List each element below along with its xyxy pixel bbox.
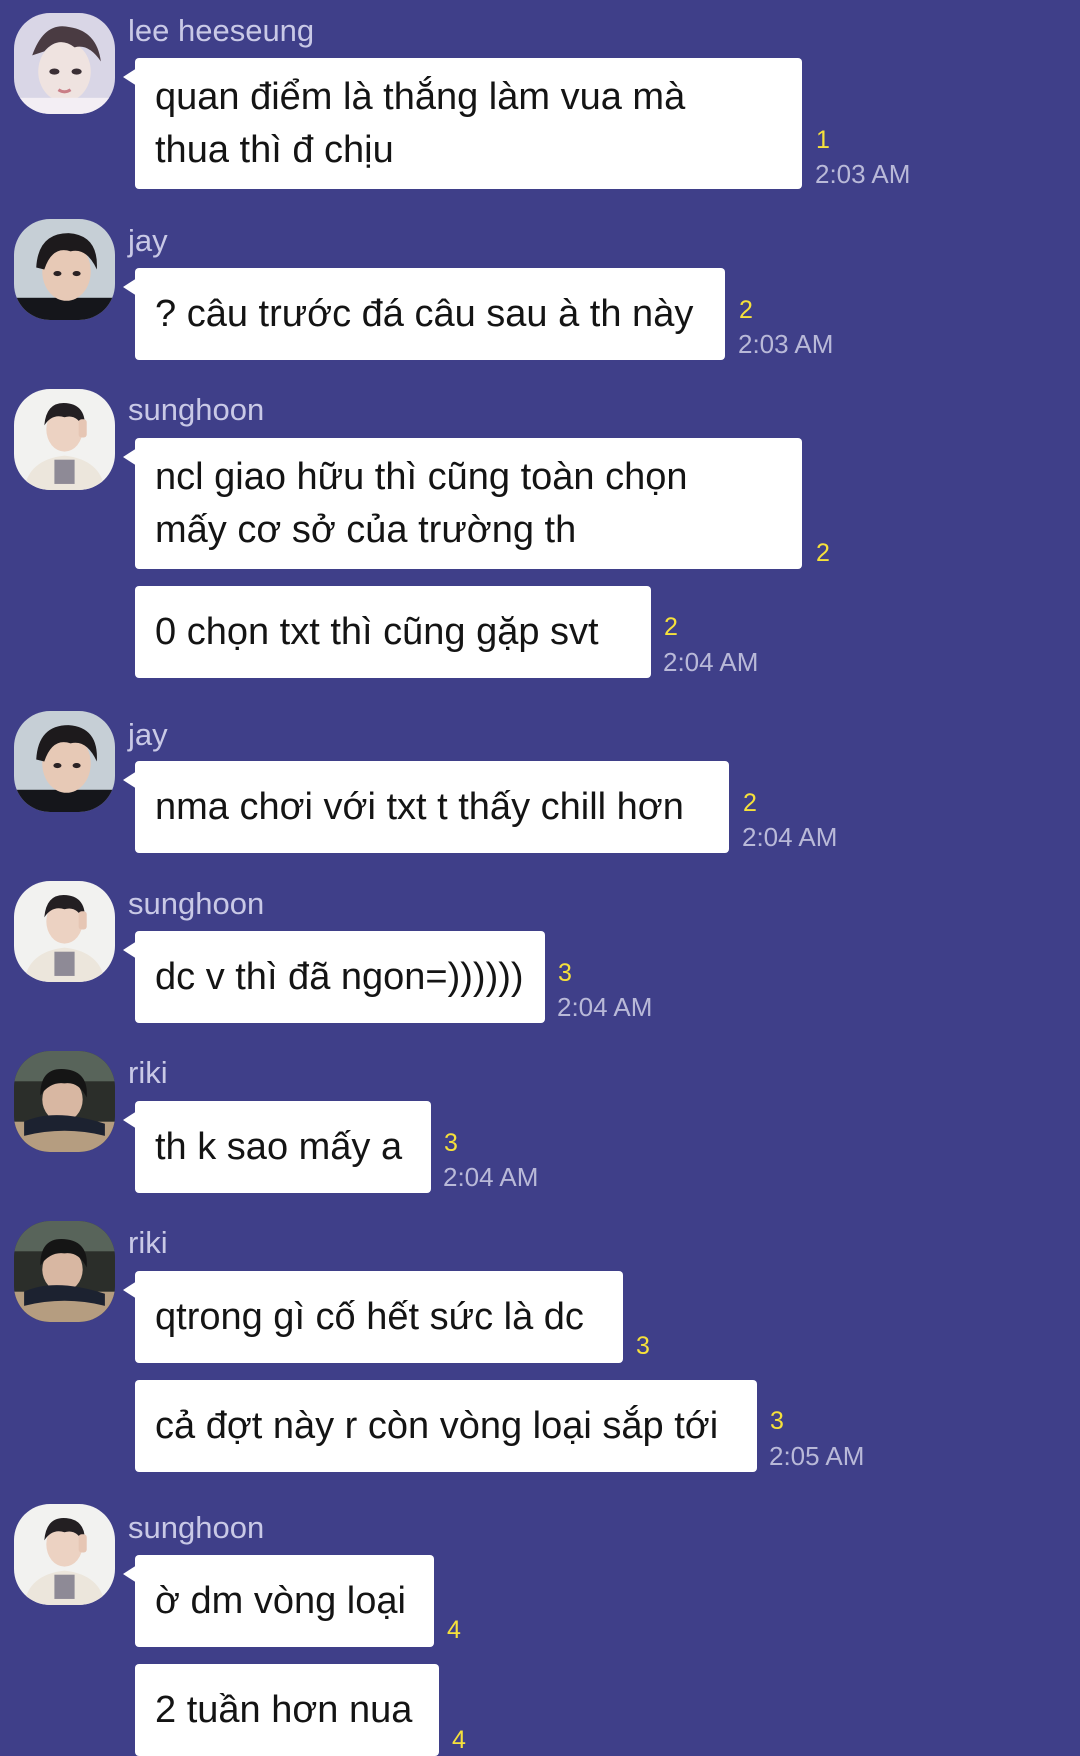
sender-name: sunghoon bbox=[128, 886, 265, 921]
profile-photo-icon bbox=[14, 389, 115, 490]
message-bubble[interactable]: 2 tuần hơn nua bbox=[135, 1664, 439, 1756]
unread-count: 3 bbox=[770, 1407, 784, 1435]
message-text: dc v thì đã ngon=)))))) bbox=[155, 955, 524, 998]
profile-photo-icon bbox=[14, 1051, 115, 1152]
message-text: cả đợt này r còn vòng loại sắp tới bbox=[155, 1404, 719, 1447]
profile-photo-icon bbox=[14, 219, 115, 320]
message-bubble[interactable]: 0 chọn txt thì cũng gặp svt bbox=[135, 586, 651, 678]
avatar-jay[interactable] bbox=[14, 219, 115, 320]
message-text: 0 chọn txt thì cũng gặp svt bbox=[155, 610, 599, 653]
sender-name: lee heeseung bbox=[128, 13, 315, 48]
message-bubble[interactable]: nma chơi với txt t thấy chill hơn bbox=[123, 761, 729, 853]
unread-count: 2 bbox=[743, 789, 757, 817]
profile-photo-icon bbox=[14, 711, 115, 812]
message-bubble[interactable]: ncl giao hữu thì cũng toàn chọn mấy cơ s… bbox=[123, 438, 802, 569]
avatar-sunghoon[interactable] bbox=[14, 881, 115, 982]
sender-name: jay bbox=[128, 223, 168, 258]
sender-name: riki bbox=[128, 1225, 168, 1260]
chat-room[interactable]: lee heeseung quan điểm là thắng làm vua … bbox=[0, 0, 1080, 1756]
message-text: ? câu trước đá câu sau à th này bbox=[155, 292, 694, 335]
message-text: nma chơi với txt t thấy chill hơn bbox=[155, 785, 684, 828]
message-text: 2 tuần hơn nua bbox=[155, 1688, 413, 1731]
avatar-jay[interactable] bbox=[14, 711, 115, 812]
unread-count: 2 bbox=[664, 613, 678, 641]
sender-name: sunghoon bbox=[128, 1510, 265, 1545]
unread-count: 1 bbox=[816, 126, 830, 154]
message-bubble[interactable]: ? câu trước đá câu sau à th này bbox=[123, 268, 725, 360]
avatar-sunghoon[interactable] bbox=[14, 1504, 115, 1605]
timestamp: 2:04 AM bbox=[742, 822, 838, 852]
unread-count: 2 bbox=[739, 296, 753, 324]
timestamp: 2:04 AM bbox=[663, 647, 759, 677]
sender-name: riki bbox=[128, 1055, 168, 1090]
avatar-sunghoon[interactable] bbox=[14, 389, 115, 490]
message-text: ờ dm vòng loại bbox=[155, 1579, 406, 1622]
unread-count: 4 bbox=[452, 1726, 466, 1754]
timestamp: 2:04 AM bbox=[557, 992, 653, 1022]
avatar-riki[interactable] bbox=[14, 1221, 115, 1322]
unread-count: 3 bbox=[444, 1129, 458, 1157]
profile-photo-icon bbox=[14, 1504, 115, 1605]
message-text: ncl giao hữu thì cũng toàn chọn mấy cơ s… bbox=[155, 455, 688, 551]
message-bubble[interactable]: quan điểm là thắng làm vua mà thua thì đ… bbox=[123, 58, 802, 189]
unread-count: 4 bbox=[447, 1616, 461, 1644]
message-text: qtrong gì cố hết sức là dc bbox=[155, 1295, 584, 1338]
profile-photo-icon bbox=[14, 13, 115, 114]
timestamp: 2:04 AM bbox=[443, 1162, 539, 1192]
timestamp: 2:05 AM bbox=[769, 1441, 865, 1471]
timestamp: 2:03 AM bbox=[738, 329, 834, 359]
unread-count: 3 bbox=[558, 959, 572, 987]
avatar-lee-heeseung[interactable] bbox=[14, 13, 115, 114]
avatar-riki[interactable] bbox=[14, 1051, 115, 1152]
message-bubble[interactable]: ờ dm vòng loại bbox=[123, 1555, 434, 1647]
unread-count: 2 bbox=[816, 539, 830, 567]
sender-name: jay bbox=[128, 717, 168, 752]
message-bubble[interactable]: dc v thì đã ngon=)))))) bbox=[123, 931, 545, 1023]
message-bubble[interactable]: th k sao mấy a bbox=[123, 1101, 431, 1193]
message-text: th k sao mấy a bbox=[155, 1125, 403, 1168]
message-bubble[interactable]: cả đợt này r còn vòng loại sắp tới bbox=[135, 1380, 757, 1472]
unread-count: 3 bbox=[636, 1332, 650, 1360]
profile-photo-icon bbox=[14, 1221, 115, 1322]
message-bubble[interactable]: qtrong gì cố hết sức là dc bbox=[123, 1271, 623, 1363]
sender-name: sunghoon bbox=[128, 392, 265, 427]
profile-photo-icon bbox=[14, 881, 115, 982]
timestamp: 2:03 AM bbox=[815, 159, 911, 189]
message-text: quan điểm là thắng làm vua mà thua thì đ… bbox=[155, 75, 686, 171]
